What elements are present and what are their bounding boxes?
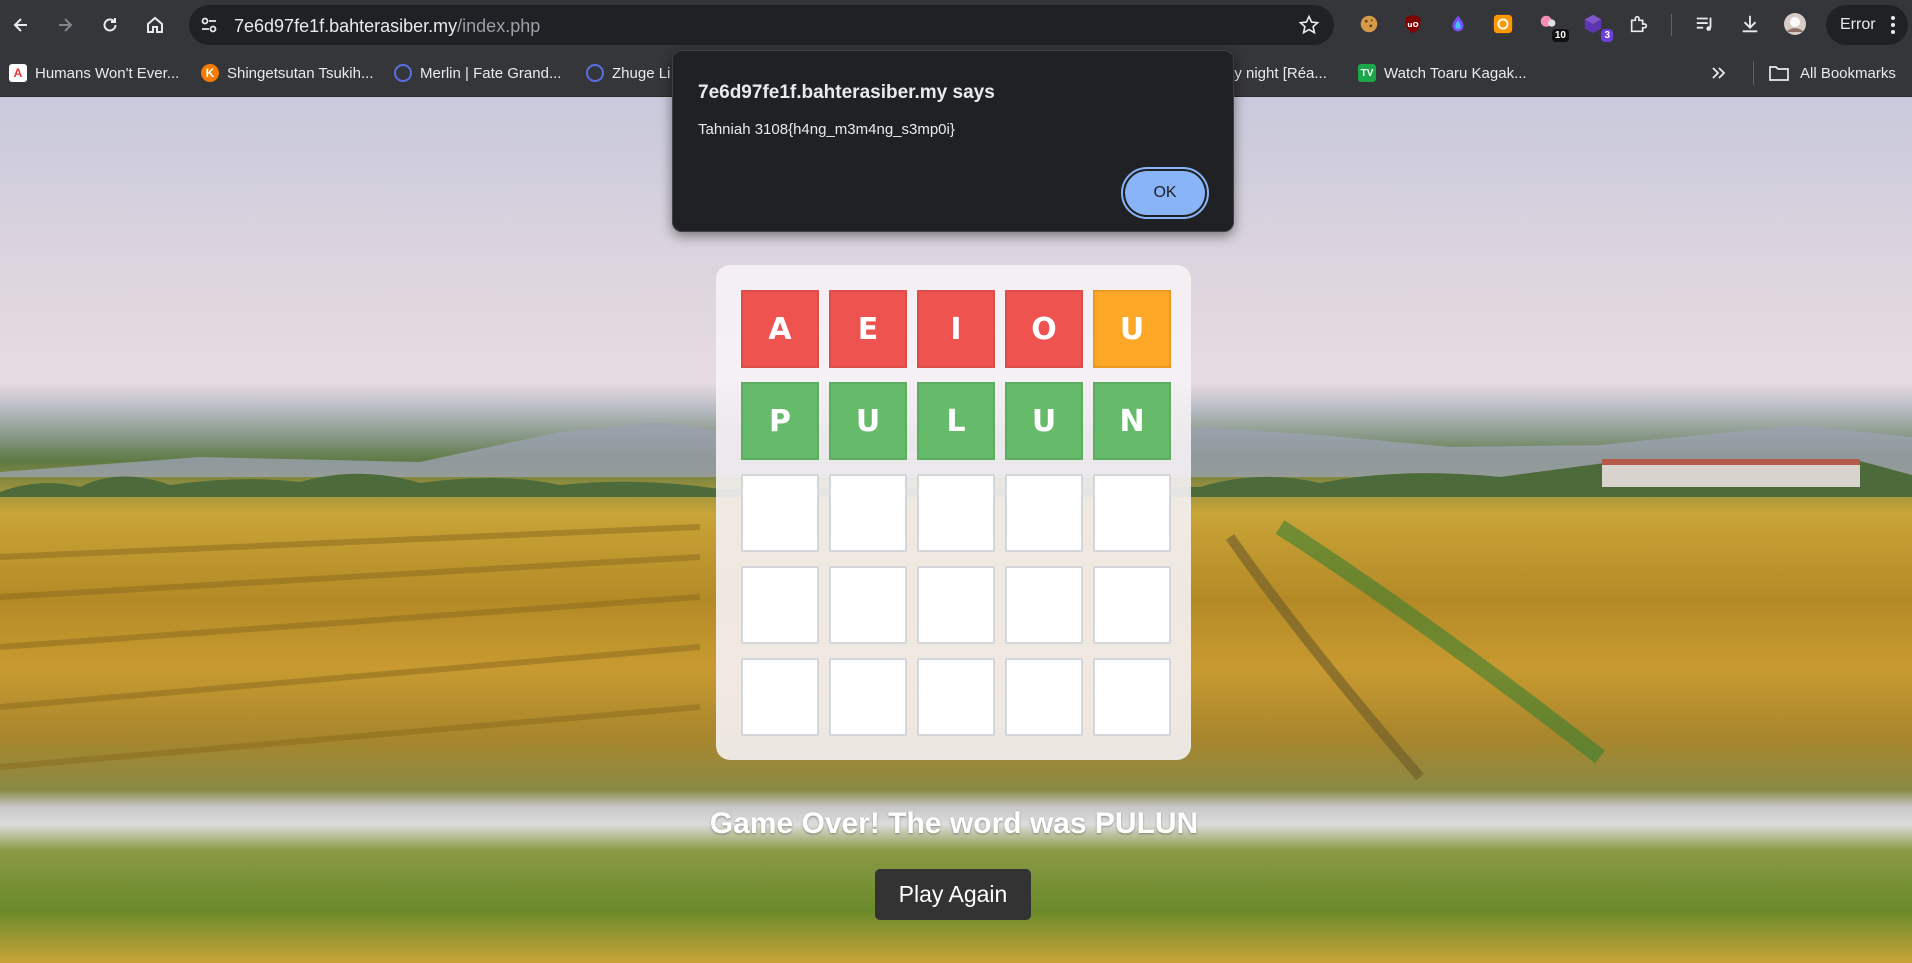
letter-tile [829,566,907,644]
letter-tile [1093,474,1171,552]
play-again-button[interactable]: Play Again [875,869,1031,920]
fandom-icon [394,64,412,82]
home-button[interactable] [140,10,170,40]
letter-tile [741,566,819,644]
browser-toolbar: 7e6d97fe1f.bahterasiber.my/index.php uO … [0,0,1912,49]
arrow-left-icon [13,18,27,32]
bookmark-item[interactable]: ay night [Réa... [1226,61,1327,85]
letter-tile: A [741,290,819,368]
reload-icon [103,18,117,32]
folder-icon [1769,66,1789,81]
forward-button[interactable] [50,10,80,40]
all-bookmarks-label: All Bookmarks [1800,64,1896,82]
letter-tile [829,474,907,552]
letter-tile: U [1005,382,1083,460]
bookmark-label: Zhuge Li [612,64,671,82]
letter-tile [917,566,995,644]
bookmark-label: Humans Won't Ever... [35,64,180,82]
letter-tile: E [829,290,907,368]
dialog-message: Tahniah 3108{h4ng_m3m4ng_s3mp0i} [698,121,955,138]
letter-tile [917,658,995,736]
cookie-extension-icon[interactable] [1357,12,1381,36]
extension-badge: 3 [1601,29,1613,42]
dialog-title: 7e6d97fe1f.bahterasiber.my says [698,82,995,103]
letter-tile: L [917,382,995,460]
bookmark-label: Merlin | Fate Grand... [420,64,562,82]
ublock-icon[interactable]: uO [1401,12,1425,36]
more-vert-icon[interactable] [1890,14,1896,36]
letter-tile: O [1005,290,1083,368]
letter-tile [1005,474,1083,552]
bookmark-star-icon[interactable] [1298,14,1320,36]
letter-tile [741,474,819,552]
home-icon [147,16,163,33]
url-path: /index.php [457,16,541,36]
adobe-icon: A [9,64,27,82]
letter-tile: U [1093,290,1171,368]
letter-tile [917,474,995,552]
bookmark-label: ay night [Réa... [1226,64,1327,82]
reload-button[interactable] [95,10,125,40]
address-bar[interactable]: 7e6d97fe1f.bahterasiber.my/index.php [189,5,1334,45]
extension-badge: 10 [1551,29,1569,42]
url-text: 7e6d97fe1f.bahterasiber.my/index.php [234,16,540,37]
bookmark-item[interactable]: K Shingetsutan Tsukih... [201,61,373,85]
letter-tile [1093,658,1171,736]
alert-dialog: 7e6d97fe1f.bahterasiber.my says Tahniah … [672,50,1234,232]
ok-button[interactable]: OK [1121,167,1209,219]
letter-tile [1005,658,1083,736]
letter-tile: U [829,382,907,460]
svg-text:uO: uO [1407,20,1418,29]
bookmark-label: Shingetsutan Tsukih... [227,64,374,82]
bookmark-divider [1753,61,1754,85]
profile-error-label: Error [1840,16,1876,33]
badge-extension-icon[interactable]: 10 [1537,12,1569,42]
letter-tile [741,658,819,736]
back-button[interactable] [6,10,36,40]
profile-error-button[interactable]: Error [1826,5,1908,45]
media-control-icon[interactable] [1693,12,1717,36]
toolbar-divider [1671,14,1672,36]
game-board: AEIOUPULUN [716,265,1191,760]
cube-extension-icon[interactable]: 3 [1581,12,1613,42]
extensions-puzzle-icon[interactable] [1627,12,1651,36]
letter-tile: I [917,290,995,368]
arrow-right-icon [59,18,73,32]
letter-tile [1093,566,1171,644]
fandom-icon [586,64,604,82]
download-icon[interactable] [1738,12,1762,36]
bookmark-item[interactable]: A Humans Won't Ever... [9,61,179,85]
game-status-message: Game Over! The word was PULUN [709,807,1199,840]
tv-icon: TV [1358,64,1376,82]
letter-tile: P [741,382,819,460]
bookmark-item[interactable]: Merlin | Fate Grand... [394,61,561,85]
kitsu-icon: K [201,64,219,82]
url-host: 7e6d97fe1f.bahterasiber.my [234,16,458,36]
letter-tile: N [1093,382,1171,460]
site-settings-icon[interactable] [199,15,219,35]
avatar[interactable] [1783,12,1807,36]
orange-extension-icon[interactable] [1491,12,1515,36]
bookmark-label: Watch Toaru Kagak... [1384,64,1527,82]
letter-tile [829,658,907,736]
letter-tile [1005,566,1083,644]
chevron-double-right-icon[interactable] [1708,63,1730,83]
bookmark-item[interactable]: Zhuge Li [586,61,670,85]
all-bookmarks-button[interactable]: All Bookmarks [1768,61,1896,85]
bookmark-item[interactable]: TV Watch Toaru Kagak... [1358,61,1527,85]
drop-extension-icon[interactable] [1446,12,1470,36]
